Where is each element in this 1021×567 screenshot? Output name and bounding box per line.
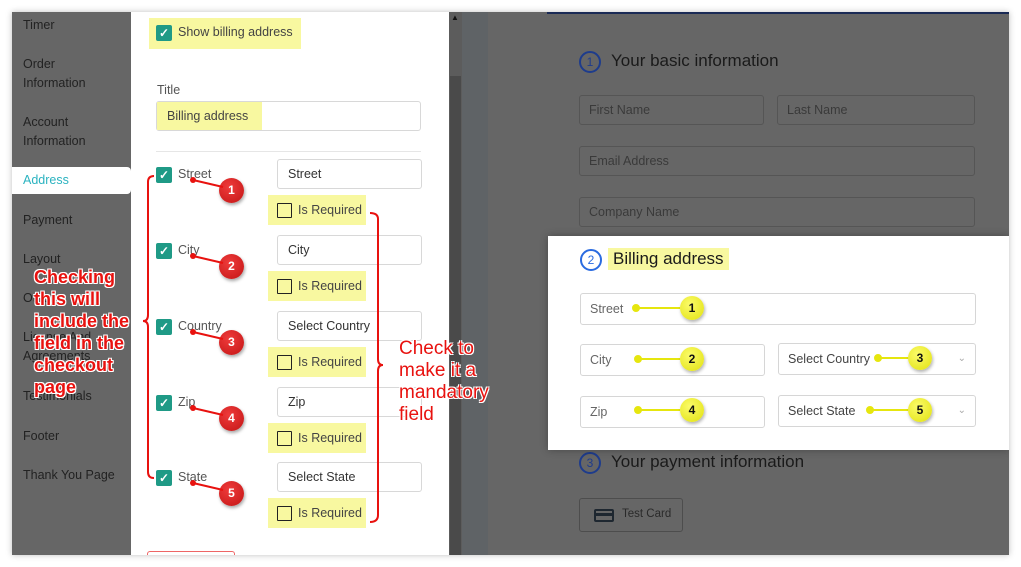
street-placeholder-value: Street [288,167,322,181]
zip-required-label: Is Required [298,431,362,445]
sidebar-item-order-information[interactable]: Order Information [23,55,113,93]
sidebar-item-thank-you-page[interactable]: Thank You Page [23,466,131,485]
annotation-badge-2: 2 [680,347,704,371]
annotation-badge-1: 1 [680,296,704,320]
step-3-number: 3 [579,452,601,474]
sidebar-item-payment[interactable]: Payment [23,211,131,230]
billing-city-input[interactable]: City [580,344,765,376]
country-placeholder-input[interactable]: Select Country [277,311,422,341]
test-card-button[interactable]: Test Card [579,498,683,532]
annotation-include-field: Checking this will include the field in … [34,267,130,397]
state-field-label: State [178,470,208,484]
last-name-input[interactable]: Last Name [777,95,975,125]
step-2-number: 2 [580,249,602,271]
divider [156,151,421,152]
annotation-badge-5: 5 [908,398,932,422]
partial-button[interactable] [147,551,235,555]
app-window: Timer Order Information Account Informat… [12,12,1009,555]
sidebar-item-footer[interactable]: Footer [23,427,131,446]
show-billing-checkbox[interactable]: ✓ [156,25,172,41]
billing-street-input[interactable]: Street [580,293,976,325]
title-input-value: Billing address [157,102,262,130]
spacer [462,12,488,555]
title-label: Title [157,83,181,97]
street-required-label: Is Required [298,203,362,217]
sidebar-item-timer[interactable]: Timer [23,16,131,35]
street-include-checkbox[interactable]: ✓ [156,167,172,183]
annotation-mandatory-field: Check to make it a mandatory field [399,338,489,425]
state-placeholder-value: Select State [288,470,356,484]
first-name-input[interactable]: First Name [579,95,764,125]
zip-include-checkbox[interactable]: ✓ [156,395,172,411]
annotation-red-badge-4: 4 [219,406,244,431]
address-settings-panel: ✓ Show billing address Title Billing add… [131,12,449,555]
street-placeholder-input[interactable]: Street [277,159,422,189]
email-input[interactable]: Email Address [579,146,975,176]
state-required-checkbox[interactable] [277,506,292,521]
zip-placeholder-value: Zip [288,395,306,409]
section-2-title: Billing address [608,248,729,270]
title-input[interactable]: Billing address [156,101,421,131]
city-placeholder-input[interactable]: City [277,235,422,265]
city-placeholder-value: City [288,243,310,257]
billing-state-select[interactable]: Select State ⌄ [778,395,976,427]
annotation-red-badge-5: 5 [219,481,244,506]
billing-address-section: 2 Billing address Street City Select Cou… [548,236,1009,450]
country-field-label: Country [178,319,222,333]
zip-field-label: Zip [178,395,196,409]
annotation-badge-3: 3 [908,346,932,370]
section-1-title: Your basic information [611,51,779,70]
step-1-number: 1 [579,51,601,73]
credit-card-icon [594,509,614,522]
annotation-red-badge-1: 1 [219,178,244,203]
panel-scrollbar[interactable]: ▲ [449,12,462,555]
section-3-title: Your payment information [611,452,805,471]
country-include-checkbox[interactable]: ✓ [156,319,172,335]
street-field-label: Street [178,167,212,181]
city-include-checkbox[interactable]: ✓ [156,243,172,259]
city-required-checkbox[interactable] [277,279,292,294]
street-required-checkbox[interactable] [277,203,292,218]
annotation-red-badge-2: 2 [219,254,244,279]
show-billing-label: Show billing address [178,25,293,39]
city-required-label: Is Required [298,279,362,293]
country-required-label: Is Required [298,355,362,369]
billing-zip-input[interactable]: Zip [580,396,765,428]
billing-country-select[interactable]: Select Country ⌄ [778,343,976,375]
city-field-label: City [178,243,200,257]
company-input[interactable]: Company Name [579,197,975,227]
scrollbar-thumb[interactable] [450,76,461,555]
state-placeholder-input[interactable]: Select State [277,462,422,492]
spacer [488,12,546,555]
country-placeholder-value: Select Country [288,319,370,333]
sidebar-item-account-information[interactable]: Account Information [23,113,113,151]
country-required-checkbox[interactable] [277,355,292,370]
state-include-checkbox[interactable]: ✓ [156,470,172,486]
test-card-label: Test Card [622,508,672,520]
state-required-label: Is Required [298,506,362,520]
chevron-down-icon: ⌄ [957,353,966,364]
chevron-down-icon: ⌄ [957,405,966,416]
scroll-up-arrow-icon[interactable]: ▲ [451,13,459,22]
annotation-badge-4: 4 [680,398,704,422]
zip-required-checkbox[interactable] [277,431,292,446]
sidebar-item-address[interactable]: Address [12,167,131,194]
annotation-red-badge-3: 3 [219,330,244,355]
